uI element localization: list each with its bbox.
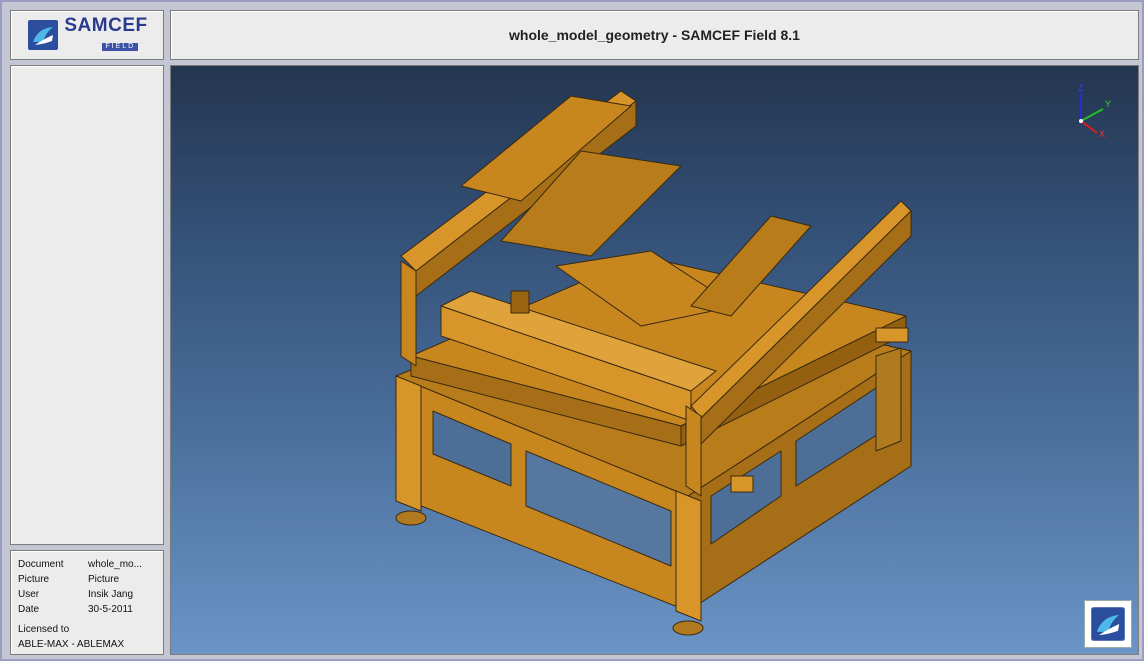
brand-logo-panel: SAMCEF FIELD [10,10,164,60]
axis-z-label: Z [1078,83,1084,93]
info-key: Document [18,559,64,570]
3d-viewport[interactable]: Z Y X [170,65,1139,655]
document-info-panel: Document whole_mo... Picture Picture User I… [10,550,164,655]
info-row-document: Document whole_mo... [18,559,142,570]
info-key: Picture [18,574,50,585]
info-row-date: Date 30-5-2011 [18,604,133,615]
info-key: User [18,589,40,600]
axis-x-label: X [1099,129,1105,139]
axis-y-label: Y [1105,99,1111,109]
licensed-value: ABLE-MAX - ABLEMAX [18,639,125,650]
side-panel [10,65,164,545]
info-row-user: User Insik Jang [18,589,133,600]
info-value: 30-5-2011 [88,604,133,615]
samcef-logo-icon: SAMCEF FIELD [26,15,148,53]
brand-subtitle: FIELD [102,43,139,51]
model-render[interactable]: Z Y X [171,66,1138,654]
info-value: Picture [88,574,120,585]
info-value: whole_mo... [88,559,142,570]
axis-triad-icon: Z Y X [1078,83,1111,139]
window-title: whole_model_geometry - SAMCEF Field 8.1 [509,27,800,43]
samcef-corner-logo-icon [1084,600,1132,648]
application-frame: SAMCEF FIELD whole_model_geometry - SAMC… [0,0,1144,661]
info-key: Date [18,604,40,615]
licensed-label: Licensed to [18,624,70,635]
title-bar: whole_model_geometry - SAMCEF Field 8.1 [170,10,1139,60]
info-value: Insik Jang [88,589,134,600]
info-row-picture: Picture Picture [18,574,119,585]
brand-name: SAMCEF [64,15,148,36]
